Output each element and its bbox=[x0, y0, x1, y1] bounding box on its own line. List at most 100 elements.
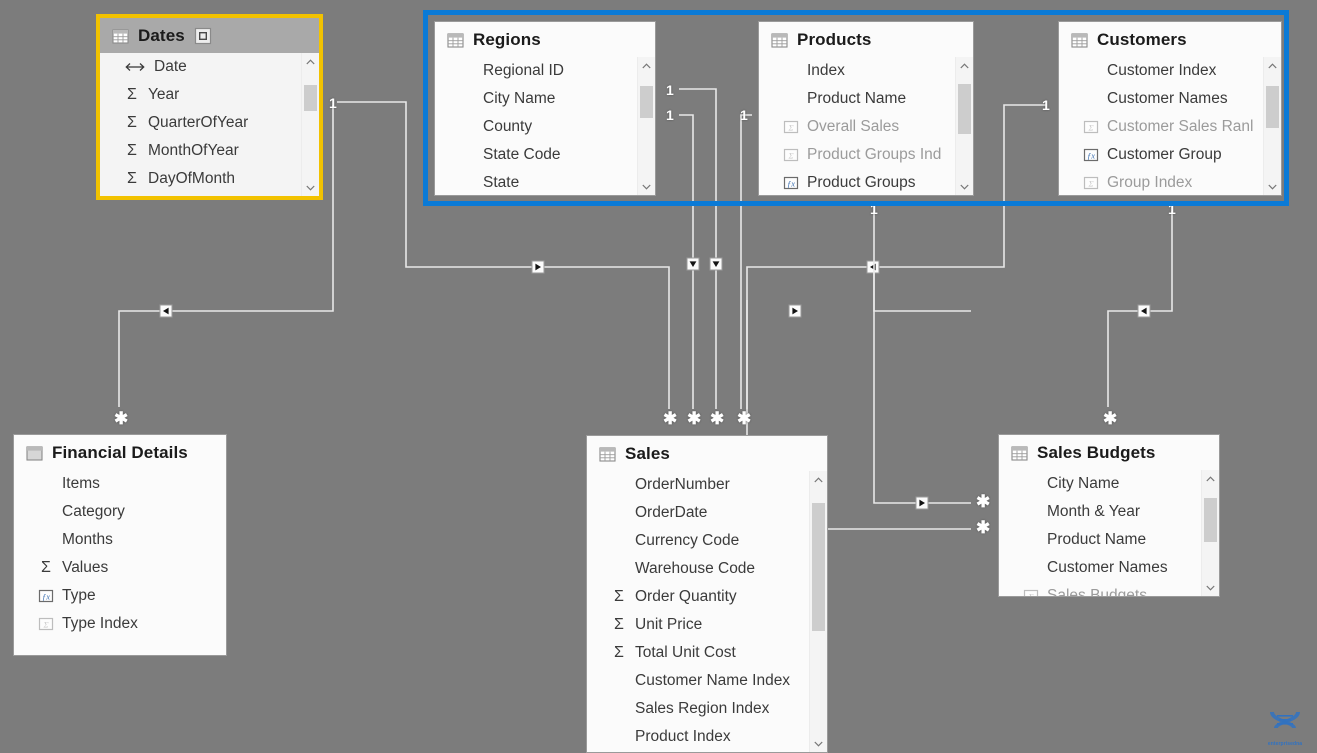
field-row[interactable]: Currency Code bbox=[607, 527, 807, 555]
field-row[interactable]: OrderDate bbox=[607, 499, 807, 527]
field-row[interactable]: OrderNumber bbox=[607, 471, 807, 499]
field-row[interactable]: Σ Product Groups Ind bbox=[779, 141, 953, 169]
cross-filter-direction-arrow[interactable] bbox=[686, 257, 700, 271]
field-row[interactable]: County bbox=[455, 113, 635, 141]
field-row[interactable]: Σ Year bbox=[120, 81, 299, 109]
field-row[interactable]: Sales Region Index bbox=[607, 695, 807, 723]
scroll-up-icon[interactable] bbox=[638, 57, 655, 74]
field-row[interactable]: Category bbox=[34, 498, 226, 526]
scrollbar-track[interactable] bbox=[638, 74, 655, 178]
field-row[interactable]: Σ QuarterOfYear bbox=[120, 109, 299, 137]
cross-filter-direction-arrow[interactable] bbox=[915, 496, 929, 510]
relationship-line-regions-to-sales-b[interactable] bbox=[679, 114, 694, 409]
cross-filter-direction-arrow[interactable] bbox=[531, 260, 545, 274]
scrollbar-thumb[interactable] bbox=[640, 86, 653, 118]
field-row[interactable]: Customer Name Index bbox=[607, 667, 807, 695]
relationship-line-products-to-sales-budgets[interactable] bbox=[873, 211, 971, 312]
scrollbar-thumb[interactable] bbox=[304, 85, 317, 112]
field-row[interactable]: City Name bbox=[1019, 470, 1199, 498]
field-row[interactable]: Months bbox=[34, 526, 226, 554]
table-card-regions[interactable]: Regions Regional ID City Name County State C… bbox=[434, 21, 656, 196]
table-header-sales[interactable]: Sales bbox=[587, 436, 827, 471]
scroll-up-icon[interactable] bbox=[810, 471, 827, 488]
field-row[interactable]: Σ DayOfMonth bbox=[120, 165, 299, 193]
field-row[interactable]: Product Index bbox=[607, 723, 807, 751]
field-row[interactable]: Σ Customer Sales Ranl bbox=[1079, 113, 1261, 141]
scrollbar-track[interactable] bbox=[1264, 74, 1281, 178]
scrollbar-track[interactable] bbox=[956, 74, 973, 178]
table-header-dates[interactable]: Dates bbox=[100, 18, 319, 53]
field-list-scrollbar[interactable] bbox=[1263, 57, 1281, 195]
field-row[interactable]: ƒx Product Groups bbox=[779, 169, 953, 195]
scroll-down-icon[interactable] bbox=[638, 178, 655, 195]
scrollbar-track[interactable] bbox=[810, 488, 827, 735]
field-row[interactable]: State Code bbox=[455, 141, 635, 169]
scrollbar-thumb[interactable] bbox=[958, 84, 971, 135]
cross-filter-direction-arrow[interactable] bbox=[866, 260, 880, 274]
scrollbar-track[interactable] bbox=[302, 70, 319, 179]
scrollbar-thumb[interactable] bbox=[1266, 86, 1279, 129]
field-row[interactable]: ƒx Type bbox=[34, 582, 226, 610]
table-header-products[interactable]: Products bbox=[759, 22, 973, 57]
scroll-up-icon[interactable] bbox=[302, 53, 319, 70]
field-list-scrollbar[interactable] bbox=[955, 57, 973, 195]
field-row[interactable]: Product Name bbox=[1019, 526, 1199, 554]
relationship-line-products-to-sales-a[interactable] bbox=[679, 88, 717, 409]
table-header-financial-details[interactable]: Financial Details bbox=[14, 435, 226, 470]
relationship-line-products-to-sales-budgets-2[interactable] bbox=[873, 272, 971, 504]
field-list-scrollbar[interactable] bbox=[637, 57, 655, 195]
scrollbar-thumb[interactable] bbox=[1204, 498, 1217, 543]
field-row[interactable]: City Name bbox=[455, 85, 635, 113]
scrollbar-thumb[interactable] bbox=[812, 502, 825, 632]
field-row[interactable]: Index bbox=[779, 57, 953, 85]
field-row[interactable]: Σ Group Index bbox=[1079, 169, 1261, 195]
scroll-down-icon[interactable] bbox=[1202, 579, 1219, 596]
table-card-dates[interactable]: Dates Date Σ Year Σ QuarterOfYear Σ MonthOfYear… bbox=[96, 14, 323, 200]
field-row[interactable]: Customer Index bbox=[1079, 57, 1261, 85]
field-row[interactable]: Σ Values bbox=[34, 554, 226, 582]
field-row[interactable]: Customer Names bbox=[1019, 554, 1199, 582]
field-row[interactable]: State bbox=[455, 169, 635, 195]
cross-filter-direction-arrow[interactable] bbox=[788, 304, 802, 318]
field-row[interactable]: Σ MonthOfYear bbox=[120, 137, 299, 165]
field-row[interactable]: Σ Type Index bbox=[34, 610, 226, 638]
table-card-customers[interactable]: Customers Customer Index Customer Names Σ Cu… bbox=[1058, 21, 1282, 196]
field-row[interactable]: ƒx Customer Group bbox=[1079, 141, 1261, 169]
field-list-scrollbar[interactable] bbox=[1201, 470, 1219, 596]
model-view-canvas[interactable]: 1 1 1 1 1 1 1 ✱ ✱ ✱ ✱ ✱ ✱ ✱ ✱ Dates Date Σ Year Σ QuarterOf… bbox=[0, 0, 1317, 753]
table-card-sales-budgets[interactable]: Sales Budgets City Name Month & Year Produc… bbox=[998, 434, 1220, 597]
field-row[interactable]: Month & Year bbox=[1019, 498, 1199, 526]
scroll-up-icon[interactable] bbox=[956, 57, 973, 74]
relationship-line-customers-to-sales-budgets[interactable] bbox=[1107, 211, 1173, 407]
field-row[interactable]: Warehouse Code bbox=[607, 555, 807, 583]
scroll-up-icon[interactable] bbox=[1202, 470, 1219, 487]
scroll-down-icon[interactable] bbox=[956, 178, 973, 195]
field-row[interactable]: Σ Unit Price bbox=[607, 611, 807, 639]
field-row[interactable]: Σ Total Unit Cost bbox=[607, 639, 807, 667]
scroll-down-icon[interactable] bbox=[1264, 178, 1281, 195]
table-card-sales[interactable]: Sales OrderNumber OrderDate Currency Code Wa… bbox=[586, 435, 828, 753]
scroll-down-icon[interactable] bbox=[810, 735, 827, 752]
field-row[interactable]: Customer Names bbox=[1079, 85, 1261, 113]
cross-filter-direction-arrow[interactable] bbox=[1137, 304, 1151, 318]
field-row[interactable]: Date bbox=[120, 53, 299, 81]
scroll-down-icon[interactable] bbox=[302, 179, 319, 196]
table-header-customers[interactable]: Customers bbox=[1059, 22, 1281, 57]
cross-filter-direction-arrow[interactable] bbox=[709, 257, 723, 271]
scrollbar-track[interactable] bbox=[1202, 487, 1219, 579]
field-row[interactable]: Product Name bbox=[779, 85, 953, 113]
scroll-up-icon[interactable] bbox=[1264, 57, 1281, 74]
cross-filter-direction-arrow[interactable] bbox=[159, 304, 173, 318]
field-list-scrollbar[interactable] bbox=[809, 471, 827, 752]
field-row[interactable]: Items bbox=[34, 470, 226, 498]
field-row[interactable]: Regional ID bbox=[455, 57, 635, 85]
table-card-products[interactable]: Products Index Product Name Σ Overall Sales Σ… bbox=[758, 21, 974, 196]
field-row[interactable]: Σ Overall Sales bbox=[779, 113, 953, 141]
table-card-financial-details[interactable]: Financial Details Items Category Months Σ Val… bbox=[13, 434, 227, 656]
field-row[interactable]: Σ Sales Budgets bbox=[1019, 582, 1199, 596]
relationship-line-products-to-sales-b[interactable] bbox=[740, 114, 752, 409]
table-header-regions[interactable]: Regions bbox=[435, 22, 655, 57]
table-header-sales-budgets[interactable]: Sales Budgets bbox=[999, 435, 1219, 470]
field-list-scrollbar[interactable] bbox=[301, 53, 319, 196]
field-row[interactable]: Σ Order Quantity bbox=[607, 583, 807, 611]
